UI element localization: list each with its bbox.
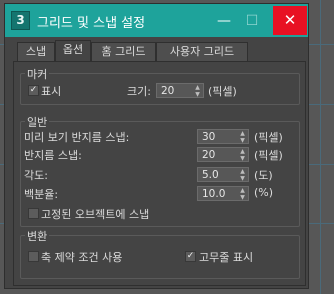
preview-radius-spinner[interactable]: 30 ▲ ▼: [197, 129, 249, 144]
window-title: 그리드 및 스냅 설정: [37, 16, 146, 31]
angle-label: 각도:: [24, 169, 48, 182]
percent-label: 백분율:: [24, 188, 59, 201]
angle-value: 5.0: [202, 169, 219, 181]
minimize-icon: —: [217, 13, 231, 29]
percent-spinner[interactable]: 10.0 ▲ ▼: [197, 186, 249, 201]
marker-show-label: 표시: [41, 85, 62, 98]
app-logo-icon: 3: [11, 11, 30, 30]
axis-constraint-label: 축 제약 조건 사용: [41, 251, 123, 264]
general-group-label: 일반: [25, 114, 50, 130]
preview-radius-label: 미리 보기 반지름 스냅:: [24, 131, 130, 144]
translation-group-label: 변환: [25, 228, 50, 244]
preview-radius-unit: (픽셀): [254, 131, 283, 144]
tab-home-grid[interactable]: 홈 그리드: [91, 42, 156, 61]
tab-snap[interactable]: 스냅: [17, 42, 55, 61]
snap-radius-value: 20: [202, 149, 216, 161]
snap-radius-label: 반지름 스냅:: [24, 149, 82, 162]
checkmark-icon: ✓: [29, 85, 38, 95]
spinner-arrows-icon[interactable]: ▲ ▼: [239, 187, 246, 201]
marker-size-spinner[interactable]: 20 ▲ ▼: [156, 83, 204, 98]
snap-radius-unit: (픽셀): [254, 149, 283, 162]
snap-radius-spinner[interactable]: 20 ▲ ▼: [197, 147, 249, 162]
spinner-arrows-icon[interactable]: ▲ ▼: [239, 130, 246, 144]
rubber-band-label: 고무줄 표시: [199, 251, 254, 264]
general-group: 일반 미리 보기 반지름 스냅: 30 ▲ ▼ (픽셀) 반지름 스냅: 20 ▲…: [20, 114, 300, 227]
spinner-arrows-icon[interactable]: ▲ ▼: [194, 84, 201, 98]
marker-group-label: 마커: [25, 66, 50, 82]
preview-radius-value: 30: [202, 131, 216, 143]
marker-show-checkbox[interactable]: ✓: [28, 85, 39, 96]
checkmark-icon: ✓: [186, 251, 195, 261]
marker-size-unit: (픽셀): [208, 85, 237, 98]
axis-constraint-checkbox[interactable]: [28, 251, 39, 262]
close-icon: ✕: [283, 11, 297, 29]
snap-frozen-checkbox[interactable]: [28, 208, 39, 219]
translation-group: 변환 축 제약 조건 사용 ✓ 고무줄 표시: [20, 228, 300, 279]
snap-frozen-label: 고정된 오브젝트에 스냅: [41, 208, 150, 221]
angle-spinner[interactable]: 5.0 ▲ ▼: [197, 167, 249, 182]
close-button[interactable]: ✕: [273, 6, 307, 35]
tab-user-grid[interactable]: 사용자 그리드: [156, 42, 248, 61]
rubber-band-checkbox[interactable]: ✓: [185, 251, 196, 262]
viewport-grid-line: [320, 0, 321, 294]
spinner-arrows-icon[interactable]: ▲ ▼: [239, 148, 246, 162]
angle-unit: (도): [254, 169, 273, 182]
percent-unit: (%): [254, 186, 274, 199]
options-panel: 마커 ✓ 표시 크기: 20 ▲ ▼ (픽셀) 일반 미리 보기 반지름 스냅: …: [13, 61, 306, 286]
grid-snap-settings-dialog: 3 그리드 및 스냅 설정 — ☐ ✕ 스냅 옵션 홈 그리드 사용자 그리드 …: [4, 3, 309, 289]
marker-group: 마커 ✓ 표시 크기: 20 ▲ ▼ (픽셀): [20, 66, 300, 105]
title-bar[interactable]: 3 그리드 및 스냅 설정 — ☐ ✕: [5, 4, 308, 37]
maximize-button[interactable]: ☐: [239, 8, 265, 34]
maximize-icon: ☐: [245, 13, 259, 29]
spinner-arrows-icon[interactable]: ▲ ▼: [239, 168, 246, 182]
minimize-button[interactable]: —: [211, 8, 237, 34]
tab-options[interactable]: 옵션: [55, 40, 91, 62]
marker-size-label: 크기:: [127, 85, 151, 98]
marker-size-value: 20: [161, 85, 175, 97]
percent-value: 10.0: [202, 188, 226, 200]
